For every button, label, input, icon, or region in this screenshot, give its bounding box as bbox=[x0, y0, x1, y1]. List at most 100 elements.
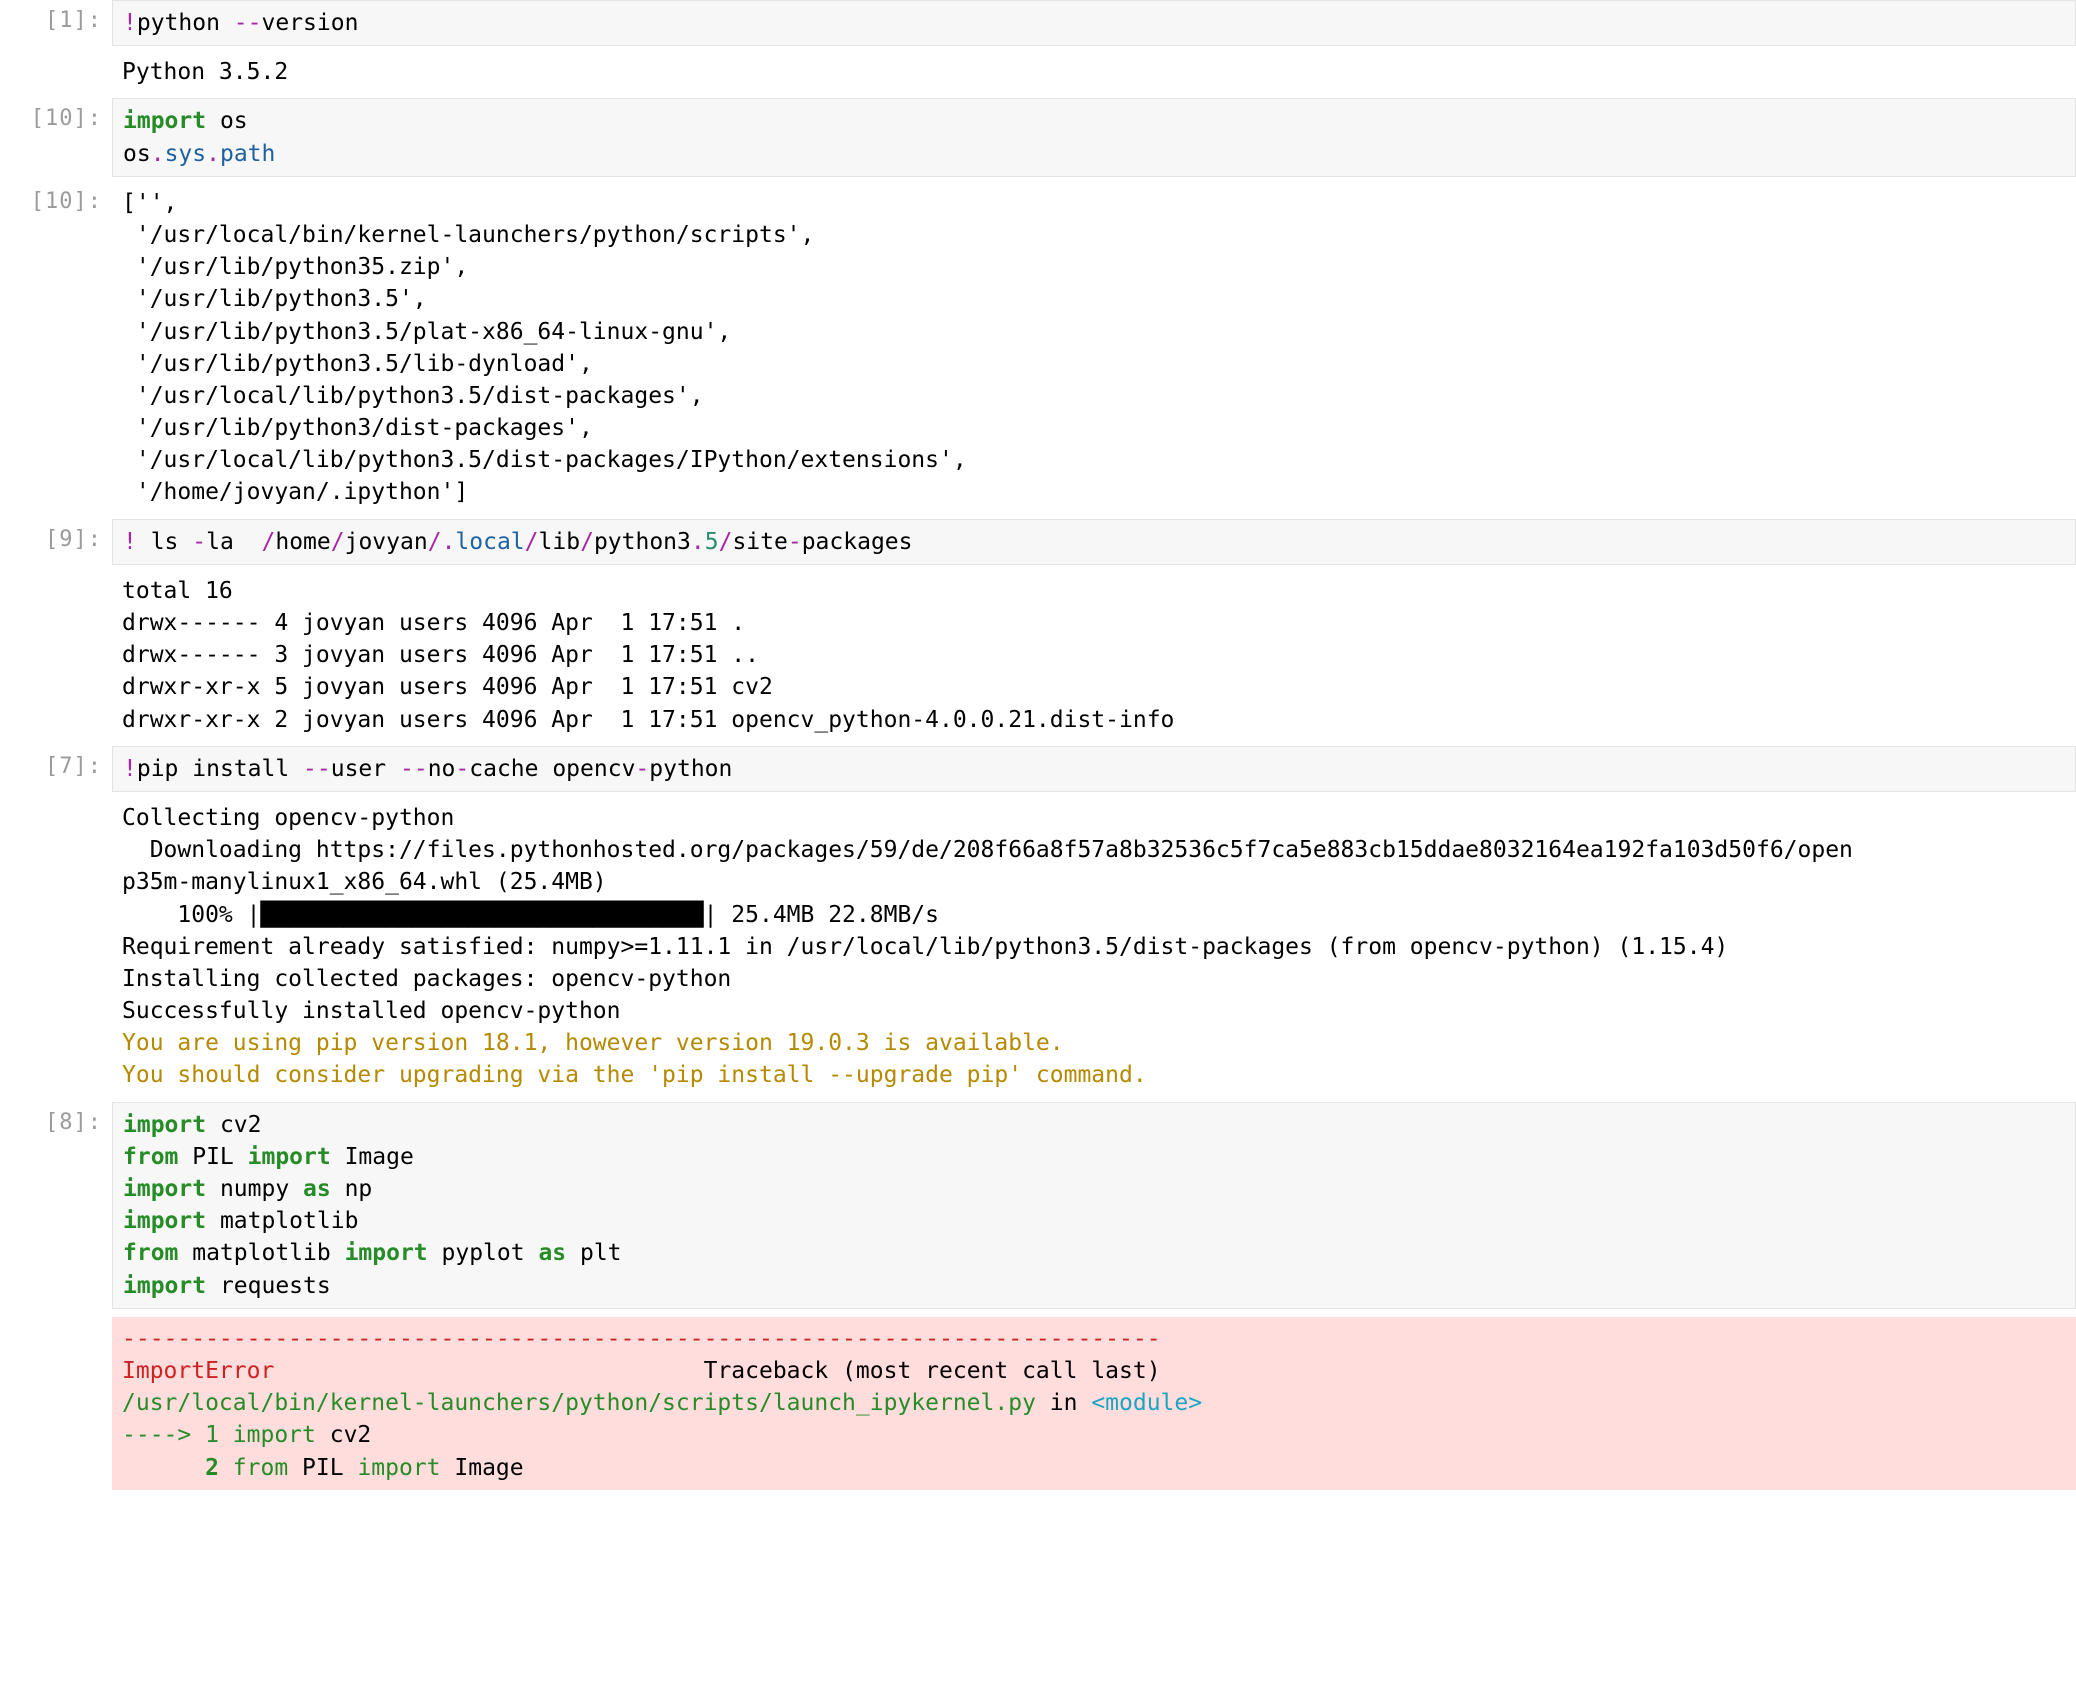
code-token: lib bbox=[539, 529, 581, 555]
output-cell: Python 3.5.2 bbox=[0, 50, 2076, 94]
traceback-in: in bbox=[1036, 1390, 1091, 1416]
cell-content: Collecting opencv-python Downloading htt… bbox=[112, 796, 2076, 1098]
stdout-output: total 16 drwx------ 4 jovyan users 4096 … bbox=[112, 569, 2076, 742]
shell-bang-icon: ! bbox=[123, 756, 137, 782]
code-token: local bbox=[455, 529, 524, 555]
code-token: / bbox=[428, 529, 442, 555]
code-token: import bbox=[123, 108, 206, 134]
shell-bang-icon: ! bbox=[123, 529, 137, 555]
code-token: plt bbox=[566, 1240, 621, 1266]
cell-content: !python --version bbox=[112, 0, 2076, 46]
code-token: / bbox=[719, 529, 733, 555]
code-token: / bbox=[331, 529, 345, 555]
code-token: as bbox=[538, 1240, 566, 1266]
code-token: - bbox=[192, 529, 206, 555]
traceback-output: ----------------------------------------… bbox=[112, 1317, 2076, 1490]
code-token: as bbox=[303, 1176, 331, 1202]
code-token: import bbox=[345, 1240, 428, 1266]
code-token: -- bbox=[400, 756, 428, 782]
code-token: -- bbox=[234, 10, 262, 36]
cell-content: !pip install --user --no-cache opencv-py… bbox=[112, 746, 2076, 792]
cell-content: total 16 drwx------ 4 jovyan users 4096 … bbox=[112, 569, 2076, 742]
code-token: import bbox=[123, 1208, 206, 1234]
traceback-header: Traceback (most recent call last) bbox=[704, 1358, 1161, 1384]
code-input[interactable]: !pip install --user --no-cache opencv-py… bbox=[112, 746, 2076, 792]
code-token: matplotlib bbox=[206, 1208, 358, 1234]
traceback-rule: ----------------------------------------… bbox=[122, 1326, 1161, 1352]
code-input[interactable]: ! ls -la /home/jovyan/.local/lib/python3… bbox=[112, 519, 2076, 565]
traceback-code: import bbox=[357, 1455, 440, 1481]
code-token: no bbox=[428, 756, 456, 782]
code-token: python bbox=[137, 10, 234, 36]
code-token: import bbox=[123, 1112, 206, 1138]
code-token: path bbox=[220, 141, 275, 167]
code-token: from bbox=[123, 1240, 178, 1266]
output-cell: total 16 drwx------ 4 jovyan users 4096 … bbox=[0, 569, 2076, 742]
code-token: - bbox=[788, 529, 802, 555]
code-token: import bbox=[123, 1273, 206, 1299]
code-token: cv2 bbox=[206, 1112, 261, 1138]
pip-output-text: Collecting opencv-python Downloading htt… bbox=[122, 805, 1853, 1024]
traceback-code: import bbox=[233, 1422, 316, 1448]
output-prompt bbox=[0, 796, 112, 802]
code-token: pip install bbox=[137, 756, 303, 782]
code-token: . bbox=[206, 141, 220, 167]
pip-warning-text: You are using pip version 18.1, however … bbox=[122, 1030, 1147, 1088]
code-token: from bbox=[123, 1144, 178, 1170]
input-prompt: [8]: bbox=[0, 1102, 112, 1139]
output-prompt bbox=[0, 569, 112, 575]
code-token: requests bbox=[206, 1273, 331, 1299]
input-prompt: [9]: bbox=[0, 519, 112, 556]
code-token: la bbox=[206, 529, 261, 555]
exception-name: ImportError bbox=[122, 1358, 274, 1384]
output-cell: [10]: ['', '/usr/local/bin/kernel-launch… bbox=[0, 181, 2076, 515]
output-prompt bbox=[0, 50, 112, 56]
traceback-spacing bbox=[274, 1358, 703, 1384]
code-token: Image bbox=[331, 1144, 414, 1170]
code-token: home bbox=[275, 529, 330, 555]
cell-content: Python 3.5.2 bbox=[112, 50, 2076, 94]
code-token: import bbox=[123, 1176, 206, 1202]
code-token: python bbox=[649, 756, 732, 782]
code-token: python3 bbox=[594, 529, 691, 555]
code-token: version bbox=[262, 10, 359, 36]
code-token: cache opencv bbox=[469, 756, 635, 782]
code-token: ls bbox=[137, 529, 192, 555]
code-token: os bbox=[206, 108, 248, 134]
code-token: - bbox=[455, 756, 469, 782]
code-cell: [8]: import cv2 from PIL import Image im… bbox=[0, 1102, 2076, 1490]
code-token: - bbox=[635, 756, 649, 782]
code-cell: [10]: import os os.sys.path bbox=[0, 98, 2076, 176]
code-token: . bbox=[442, 529, 456, 555]
output-cell: Collecting opencv-python Downloading htt… bbox=[0, 796, 2076, 1098]
code-cell: [7]: !pip install --user --no-cache open… bbox=[0, 746, 2076, 792]
traceback-code: cv2 bbox=[316, 1422, 371, 1448]
input-prompt: [7]: bbox=[0, 746, 112, 783]
input-prompt: [1]: bbox=[0, 0, 112, 37]
code-token: site bbox=[732, 529, 787, 555]
traceback-file: /usr/local/bin/kernel-launchers/python/s… bbox=[122, 1390, 1036, 1416]
cell-content: import os os.sys.path bbox=[112, 98, 2076, 176]
stdout-output: Collecting opencv-python Downloading htt… bbox=[112, 796, 2076, 1098]
traceback-spacing bbox=[122, 1455, 205, 1481]
code-input[interactable]: import os os.sys.path bbox=[112, 98, 2076, 176]
traceback-module: <module> bbox=[1091, 1390, 1202, 1416]
traceback-code: Image bbox=[441, 1455, 524, 1481]
code-token: pyplot bbox=[428, 1240, 539, 1266]
code-token: user bbox=[331, 756, 400, 782]
code-token: . bbox=[691, 529, 705, 555]
input-prompt: [10]: bbox=[0, 98, 112, 135]
result-output: ['', '/usr/local/bin/kernel-launchers/py… bbox=[112, 181, 2076, 515]
code-cell: [1]: !python --version bbox=[0, 0, 2076, 46]
code-token: import bbox=[248, 1144, 331, 1170]
code-input[interactable]: !python --version bbox=[112, 0, 2076, 46]
cell-content: ! ls -la /home/jovyan/.local/lib/python3… bbox=[112, 519, 2076, 565]
code-token: sys bbox=[165, 141, 207, 167]
code-token: jovyan bbox=[345, 529, 428, 555]
code-token: / bbox=[262, 529, 276, 555]
traceback-code: from bbox=[233, 1455, 288, 1481]
stdout-output: Python 3.5.2 bbox=[112, 50, 2076, 94]
code-input[interactable]: import cv2 from PIL import Image import … bbox=[112, 1102, 2076, 1309]
code-token: matplotlib bbox=[178, 1240, 344, 1266]
code-token: packages bbox=[802, 529, 913, 555]
